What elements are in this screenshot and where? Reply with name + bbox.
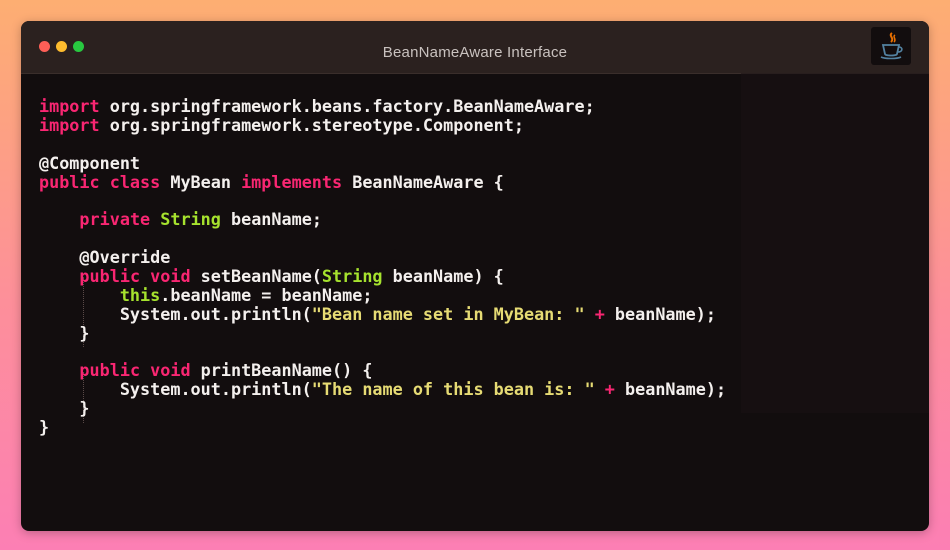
code-token: private [79,209,151,230]
code-line: this.beanName = beanName; [39,284,726,305]
code-line: } [39,399,726,418]
code-line: public class MyBean implements BeanNameA… [39,171,726,192]
code-token: beanName) { [382,266,504,287]
code-token: } [39,398,90,419]
code-token: BeanNameAware { [342,171,504,192]
code-token: org.springframework.beans.factory.BeanNa… [99,96,595,116]
window-title: BeanNameAware Interface [382,44,568,61]
code-editor: import org.springframework.beans.factory… [39,97,726,437]
java-logo [871,27,911,65]
code-line: public void printBeanName() { [39,361,726,380]
code-window: BeanNameAware Interface import org.sprin… [21,21,929,531]
code-token: String [160,209,221,230]
code-token: "Bean name set in MyBean: " [311,303,585,324]
code-line: System.out.println("Bean name set in MyB… [39,303,726,324]
code-token: beanName); [614,379,727,400]
code-line: private String beanName; [39,210,726,229]
code-token: printBeanName() { [190,360,373,381]
java-cup-icon [880,32,903,60]
code-token: public void [79,360,191,381]
code-token: public void [79,266,191,287]
editor-highlight-region [741,73,929,413]
code-token: "The name of this bean is: " [311,379,595,400]
code-token: String [321,266,383,287]
code-token: System.out.println( [39,303,312,324]
window-titlebar: BeanNameAware Interface [21,21,929,74]
code-token: import [39,114,100,135]
code-token: this [119,284,161,305]
code-token: @Component [39,152,141,173]
code-token: + [594,303,605,324]
code-line: import org.springframework.stereotype.Co… [39,114,726,135]
code-token: public class [39,171,161,192]
code-line: public void setBeanName(String beanName)… [39,267,726,286]
code-token: + [604,379,615,400]
code-token: MyBean [160,171,242,192]
code-line: } [39,418,726,437]
code-token: beanName; [220,209,322,230]
code-token: System.out.println( [39,379,312,400]
code-line: @Component [39,152,726,173]
code-line: System.out.println("The name of this bea… [39,380,726,399]
code-line: @Override [39,248,726,267]
code-line: } [39,322,726,343]
code-token: implements [241,171,343,192]
code-token: } [39,417,50,438]
code-token: setBeanName( [190,266,322,287]
code-line: import org.springframework.beans.factory… [39,97,726,116]
code-token: .beanName = beanName; [160,284,373,305]
code-token: @Override [39,247,171,268]
code-token: org.springframework.stereotype.Component… [99,114,524,135]
code-token: } [39,322,90,343]
code-token: import [39,96,100,116]
code-token: beanName); [604,303,716,324]
